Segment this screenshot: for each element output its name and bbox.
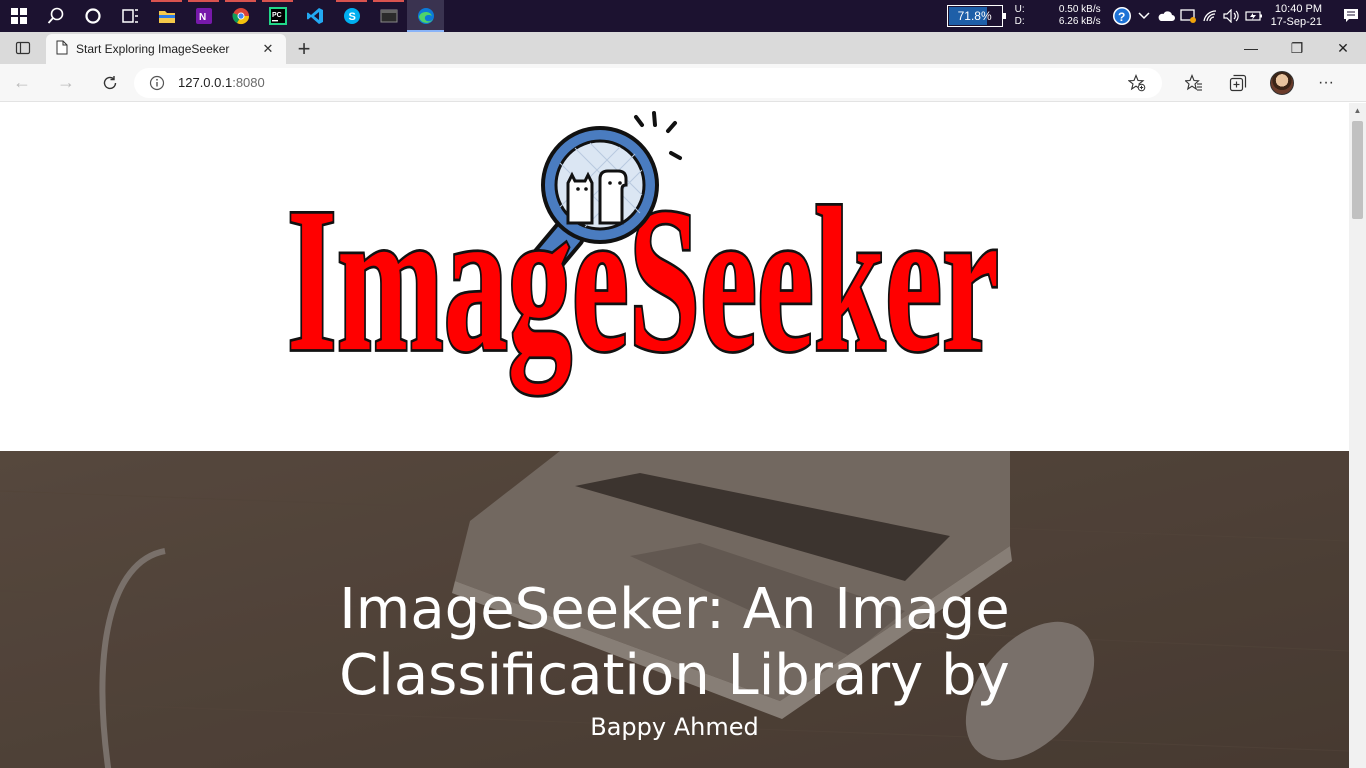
tab-active[interactable]: Start Exploring ImageSeeker ✕ [46, 34, 286, 64]
scrollbar-thumb[interactable] [1352, 121, 1363, 219]
url-port: :8080 [232, 75, 265, 90]
new-tab-button[interactable]: + [286, 34, 322, 64]
vscode-icon[interactable] [296, 0, 333, 32]
profile-avatar[interactable] [1260, 64, 1304, 102]
file-explorer-icon[interactable] [148, 0, 185, 32]
tab-close-icon[interactable]: ✕ [260, 41, 276, 57]
onedrive-icon[interactable] [1155, 0, 1177, 32]
windows-start-icon[interactable] [0, 0, 37, 32]
battery-tray-icon[interactable] [1243, 0, 1265, 32]
battery-indicator[interactable]: 71.8% [946, 5, 1006, 27]
scroll-up-arrow-icon[interactable]: ▲ [1349, 103, 1366, 117]
tab-actions-menu-icon[interactable] [0, 32, 46, 64]
search-icon[interactable] [37, 0, 74, 32]
back-button[interactable]: ← [0, 64, 44, 102]
help-icon[interactable]: ? [1111, 0, 1133, 32]
svg-text:N: N [199, 12, 206, 23]
volume-icon[interactable] [1221, 0, 1243, 32]
avatar [1270, 70, 1294, 95]
pycharm-icon[interactable]: PC [259, 0, 296, 32]
svg-text:?: ? [1118, 10, 1125, 24]
chrome-icon[interactable] [222, 0, 259, 32]
battery-percent: 71.8% [957, 9, 992, 23]
address-bar[interactable]: 127.0.0.1:8080 [134, 67, 1162, 98]
page-icon [56, 40, 68, 58]
terminal-icon[interactable] [370, 0, 407, 32]
site-info-icon[interactable] [148, 74, 166, 92]
edge-icon[interactable] [407, 0, 444, 32]
imageseeker-logo: ImageSeeker [284, 111, 1002, 398]
notification-center-icon[interactable] [1336, 8, 1366, 24]
clock-time: 10:40 PM [1274, 3, 1322, 15]
page-viewport: ImageSeeker ImageSeeker: An Image Classi… [0, 103, 1349, 768]
logo-section: ImageSeeker [0, 103, 1349, 451]
browser-toolbar: ← → 127.0.0.1:8080 ··· [0, 64, 1366, 102]
skype-icon[interactable]: S [333, 0, 370, 32]
network-speed-labels: U: D: [1015, 4, 1051, 28]
download-speed: 6.26 kB/s [1058, 16, 1101, 27]
onenote-icon[interactable]: N [185, 0, 222, 32]
add-favorite-icon[interactable] [1126, 72, 1148, 94]
url-host: 127.0.0.1 [178, 75, 233, 90]
more-options-icon[interactable]: ··· [1304, 64, 1348, 102]
close-window-button[interactable]: ✕ [1320, 32, 1366, 64]
clock[interactable]: 10:40 PM 17-Sep-21 [1271, 3, 1322, 29]
hero-banner: ImageSeeker: An Image Classification Lib… [0, 451, 1349, 768]
minimize-button[interactable]: — [1228, 32, 1274, 64]
svg-text:S: S [348, 11, 355, 23]
hero-title: ImageSeeker: An Image Classification Lib… [0, 577, 1349, 709]
taskbar: N PC S 71.8% U: D: 0.50 kB/s 6.26 kB/s ?… [0, 0, 1366, 32]
task-view-icon[interactable] [111, 0, 148, 32]
url-text[interactable]: 127.0.0.1:8080 [178, 75, 265, 90]
display-icon[interactable] [1177, 0, 1199, 32]
chevron-up-icon[interactable] [1133, 0, 1155, 32]
refresh-button[interactable] [88, 64, 132, 102]
browser-tabbar: Start Exploring ImageSeeker ✕ + — ❐ ✕ [0, 32, 1366, 64]
page-scrollbar[interactable]: ▲ [1349, 103, 1366, 768]
hero-title-line1: ImageSeeker: An Image [339, 577, 1010, 642]
collections-icon[interactable] [1216, 64, 1260, 102]
cortana-icon[interactable] [74, 0, 111, 32]
upload-label: U: [1014, 4, 1025, 15]
download-label: D: [1014, 16, 1025, 27]
hero-title-line2: Classification Library by [339, 643, 1010, 708]
upload-speed: 0.50 kB/s [1058, 4, 1101, 15]
clock-date: 17-Sep-21 [1270, 16, 1322, 28]
forward-button[interactable]: → [44, 64, 88, 102]
hero-subtitle: Bappy Ahmed [590, 713, 759, 741]
tab-title: Start Exploring ImageSeeker [76, 42, 230, 56]
restore-button[interactable]: ❐ [1274, 32, 1320, 64]
wifi-icon[interactable] [1199, 0, 1221, 32]
svg-text:PC: PC [272, 12, 282, 19]
favorites-icon[interactable] [1172, 64, 1216, 102]
network-speed-values: 0.50 kB/s 6.26 kB/s [1051, 4, 1101, 28]
